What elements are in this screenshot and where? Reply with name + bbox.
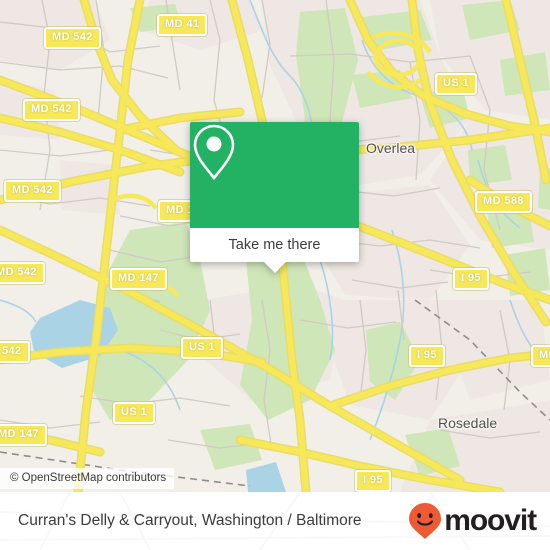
map-canvas[interactable]: MD 542 MD 41 US 1 MD 542 MD 542 MD 1 MD … [0, 0, 550, 492]
road-shield[interactable]: MD 41 [157, 14, 208, 36]
road-shield[interactable]: MD [531, 345, 550, 367]
page-title: Curran's Delly & Carryout, Washington / … [18, 512, 362, 529]
take-me-there-label: Take me there [228, 237, 321, 253]
map-pin-icon [193, 124, 235, 181]
osm-attribution[interactable]: © OpenStreetMap contributors [0, 468, 175, 489]
road-shield[interactable]: US 1 [435, 73, 478, 95]
road-shield[interactable]: US 1 [181, 337, 224, 359]
road-shield[interactable]: I 95 [409, 345, 445, 367]
place-label-overlea: Overlea [366, 140, 416, 156]
road-shield[interactable]: MD 147 [0, 424, 47, 446]
road-shield[interactable]: MD 542 [23, 99, 80, 121]
road-shield[interactable]: US 1 [113, 402, 156, 424]
footer-bar: Curran's Delly & Carryout, Washington / … [0, 492, 550, 550]
popup-media-header [190, 122, 359, 228]
popup-pointer-tail [263, 262, 286, 273]
road-shield[interactable]: MD 542 [0, 262, 45, 284]
road-shield[interactable]: MD 542 [4, 180, 61, 202]
place-label-rosedale: Rosedale [438, 415, 498, 431]
road-shield[interactable]: MD 147 [110, 268, 167, 290]
road-shield[interactable]: MD 542 [44, 27, 101, 49]
location-popup-card[interactable]: Take me there [190, 122, 359, 273]
road-shield[interactable]: 542 [0, 341, 30, 363]
moovit-smiley-pin-icon [409, 503, 442, 539]
road-shield[interactable]: I 95 [355, 470, 391, 492]
take-me-there-button[interactable]: Take me there [190, 228, 359, 262]
moovit-logo[interactable]: moovit [408, 502, 537, 540]
road-shield[interactable]: MD 588 [475, 191, 532, 213]
moovit-wordmark: moovit [444, 504, 537, 537]
road-shield[interactable]: I 95 [453, 268, 489, 290]
screenshot-root: MD 542 MD 41 US 1 MD 542 MD 542 MD 1 MD … [0, 0, 550, 550]
